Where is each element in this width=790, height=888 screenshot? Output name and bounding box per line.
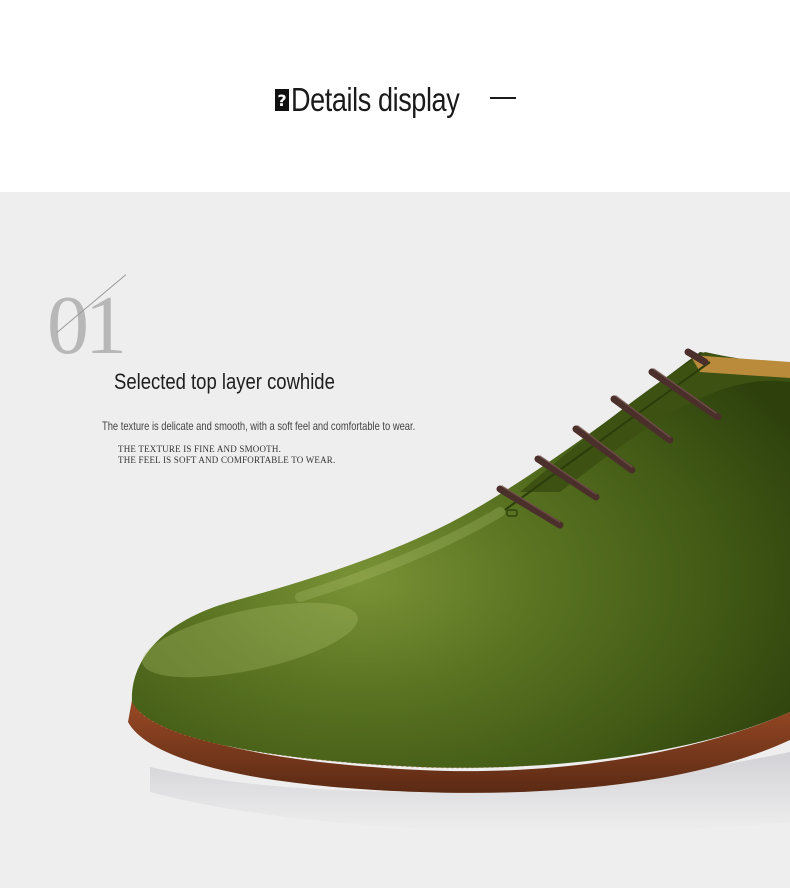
feature-caps-line-2: THE FEEL IS SOFT AND COMFORTABLE TO WEAR… bbox=[118, 455, 336, 465]
section-title: ? Details display bbox=[275, 80, 496, 120]
shoe-upper bbox=[131, 352, 790, 768]
feature-description: The texture is delicate and smooth, with… bbox=[102, 419, 416, 433]
section-header: ? Details display bbox=[0, 0, 790, 192]
feature-caps-line-1: THE TEXTURE IS FINE AND SMOOTH. bbox=[118, 444, 282, 454]
missing-glyph-icon: ? bbox=[275, 89, 289, 111]
feature-caps-text: THE TEXTURE IS FINE AND SMOOTH. THE FEEL… bbox=[118, 444, 335, 466]
section-title-text: Details display bbox=[291, 81, 460, 118]
feature-number: 01 bbox=[47, 279, 127, 372]
detail-panel: 01 Selected top layer cowhide The textur… bbox=[0, 192, 790, 888]
title-dash-decoration bbox=[490, 97, 516, 99]
feature-title: Selected top layer cowhide bbox=[114, 369, 335, 394]
